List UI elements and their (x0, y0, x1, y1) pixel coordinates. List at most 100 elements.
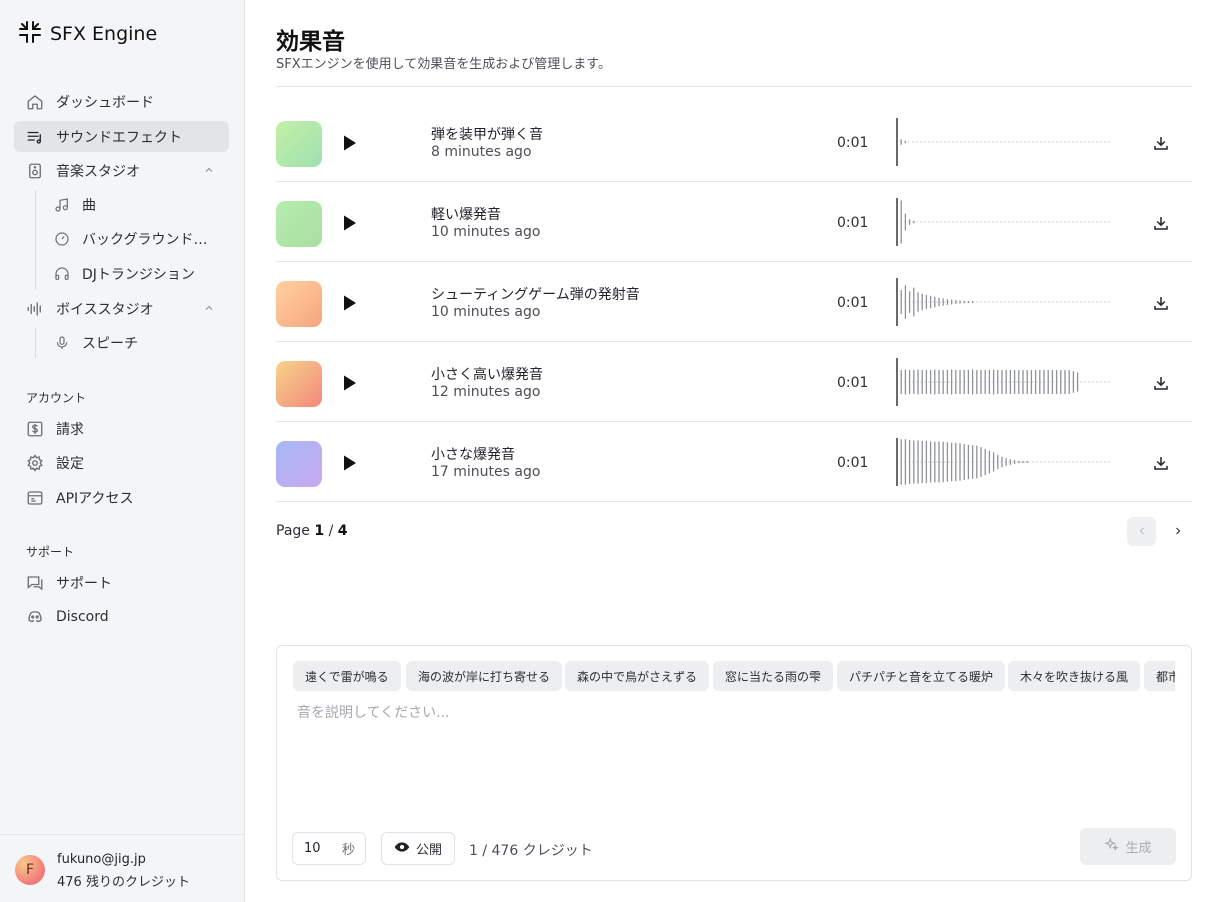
nav-label: 音楽スタジオ (56, 163, 140, 180)
sparkle-icon (1104, 837, 1120, 856)
sub-item-song[interactable]: 曲 (44, 191, 224, 219)
home-icon (26, 93, 44, 111)
nav-label: 請求 (56, 421, 84, 438)
sound-created-time: 10 minutes ago (431, 224, 541, 240)
suggestion-chip[interactable]: 遠くで雷が鳴る (293, 661, 401, 691)
music-note-icon (54, 197, 70, 213)
download-button[interactable] (1152, 374, 1170, 392)
headphones-icon (54, 266, 70, 282)
suggestion-chip[interactable]: パチパチと音を立てる暖炉 (837, 661, 1006, 691)
user-email: fukuno@jig.jp (57, 852, 146, 867)
play-icon (344, 455, 356, 471)
download-button[interactable] (1152, 214, 1170, 232)
nav-discord[interactable]: Discord (14, 601, 229, 632)
sound-title: 弾を装甲が弾く音 (431, 127, 543, 143)
disc-icon (54, 231, 70, 247)
nav-billing[interactable]: 請求 (14, 413, 229, 444)
gear-icon (26, 453, 44, 472)
download-button[interactable] (1152, 134, 1170, 152)
waveform[interactable] (896, 356, 1116, 408)
prev-page-button[interactable] (1127, 517, 1156, 546)
play-button[interactable] (342, 374, 358, 392)
nav-label: ボイススタジオ (56, 301, 154, 318)
discord-icon (26, 608, 44, 626)
waveform[interactable] (896, 196, 1116, 248)
waveform[interactable] (896, 276, 1116, 328)
download-icon (1154, 457, 1168, 470)
suggestion-chip[interactable]: 森の中で鳥がさえずる (565, 661, 710, 691)
sound-duration: 0:01 (837, 295, 869, 311)
chat-icon (26, 574, 44, 592)
music-studio-icon (26, 162, 44, 180)
support-section-label: サポート (26, 545, 75, 559)
sound-title: 小さな爆発音 (431, 447, 515, 463)
sub-item-label: DJトランジション (82, 267, 195, 283)
submenu-divider (35, 190, 36, 290)
sound-created-time: 17 minutes ago (431, 464, 541, 480)
waveform[interactable] (896, 436, 1116, 488)
sound-row[interactable]: 小さく高い爆発音 12 minutes ago 0:01 (276, 342, 1192, 422)
suggestion-chips[interactable]: 遠くで雷が鳴る 海の波が岸に打ち寄せる 森の中で鳥がさえずる 窓に当たる雨の雫 … (293, 661, 1175, 691)
play-icon (344, 295, 356, 311)
nav-voice-studio[interactable]: ボイススタジオ (14, 293, 229, 324)
sound-title: 軽い爆発音 (431, 207, 501, 223)
pagination-prefix: Page (276, 523, 310, 539)
download-icon (1154, 377, 1168, 390)
next-page-button[interactable] (1163, 517, 1192, 546)
chevron-up-icon[interactable] (203, 302, 215, 318)
download-icon (1154, 297, 1168, 310)
sound-row[interactable]: シューティングゲーム弾の発射音 10 minutes ago 0:01 (276, 262, 1192, 342)
sound-created-time: 10 minutes ago (431, 304, 541, 320)
pagination-status: Page 1 / 4 (276, 523, 347, 539)
generate-label: 生成 (1125, 841, 1152, 856)
avatar[interactable]: F (15, 855, 45, 885)
sound-effects-icon (26, 128, 44, 146)
credit-cost: 1 / 476 クレジット (469, 843, 593, 859)
sound-duration: 0:01 (837, 135, 869, 151)
nav-api-access[interactable]: APIアクセス (14, 482, 229, 513)
waveform[interactable] (896, 116, 1116, 168)
sound-thumbnail (276, 201, 322, 247)
sub-item-speech[interactable]: スピーチ (44, 329, 224, 357)
download-icon (1154, 217, 1168, 230)
duration-unit: 秒 (341, 843, 355, 858)
suggestion-chip[interactable]: 木々を吹き抜ける風 (1008, 661, 1141, 691)
suggestion-chip[interactable]: 窓に当たる雨の雫 (713, 661, 834, 691)
sound-created-time: 12 minutes ago (431, 384, 541, 400)
suggestion-chip[interactable]: 海の波が岸に打ち寄せる (406, 661, 563, 691)
duration-value[interactable]: 10 (304, 841, 321, 856)
nav-settings[interactable]: 設定 (14, 447, 229, 478)
sound-row[interactable]: 小さな爆発音 17 minutes ago 0:01 (276, 422, 1192, 502)
sub-item-label: スピーチ (82, 336, 138, 352)
play-button[interactable] (342, 134, 358, 152)
sound-row[interactable]: 軽い爆発音 10 minutes ago 0:01 (276, 182, 1192, 262)
nav-sound-effects[interactable]: サウンドエフェクト (14, 121, 229, 152)
download-button[interactable] (1152, 294, 1170, 312)
logo-icon (18, 20, 42, 48)
play-button[interactable] (342, 294, 358, 312)
app-name: SFX Engine (50, 23, 158, 45)
nav-dashboard[interactable]: ダッシュボード (14, 86, 229, 117)
play-button[interactable] (342, 454, 358, 472)
play-icon (344, 135, 356, 151)
sub-item-background-music[interactable]: バックグラウンドミュージック (44, 225, 216, 253)
sound-row[interactable]: 弾を装甲が弾く音 8 minutes ago 0:01 (276, 102, 1192, 182)
nav-support[interactable]: サポート (14, 567, 229, 598)
user-panel[interactable]: F fukuno@jig.jp 476 残りのクレジット (0, 834, 245, 902)
chevron-up-icon[interactable] (203, 164, 215, 180)
sub-item-dj-transition[interactable]: DJトランジション (44, 260, 224, 288)
duration-input[interactable]: 10 秒 (292, 832, 366, 865)
suggestion-chip[interactable]: 都市 (1144, 661, 1175, 691)
pagination-current: 1 (314, 523, 325, 539)
visibility-toggle-button[interactable]: 公開 (381, 832, 455, 865)
sound-duration: 0:01 (837, 215, 869, 231)
nav-music-studio[interactable]: 音楽スタジオ (14, 155, 229, 186)
sound-thumbnail (276, 121, 322, 167)
play-button[interactable] (342, 214, 358, 232)
generate-button[interactable]: 生成 (1080, 828, 1176, 865)
sound-description-input[interactable] (297, 702, 1167, 802)
voice-wave-icon (26, 300, 44, 318)
brand[interactable]: SFX Engine (18, 20, 157, 48)
download-button[interactable] (1152, 454, 1170, 472)
api-window-icon (26, 489, 44, 507)
